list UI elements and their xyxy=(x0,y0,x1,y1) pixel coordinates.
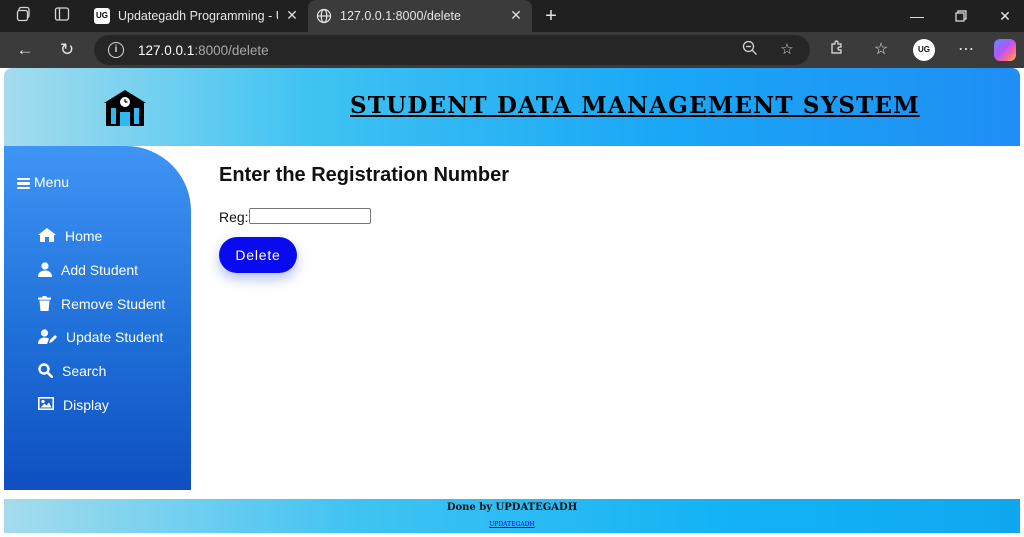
home-icon xyxy=(38,228,56,242)
school-logo-icon xyxy=(102,90,148,126)
user-edit-icon xyxy=(38,329,57,344)
more-options-icon[interactable]: ⋯ xyxy=(955,39,977,61)
trash-icon xyxy=(38,296,51,311)
zoom-icon[interactable] xyxy=(740,40,760,60)
footer-credit: Done by UPDATEGADH xyxy=(446,502,578,513)
browser-tab-bar: UG Updategadh Programming - Upd ✕ 127.0.… xyxy=(0,0,1024,32)
workspaces-icon[interactable] xyxy=(14,6,34,26)
tab-title: 127.0.0.1:8000/delete xyxy=(340,9,461,23)
address-bar[interactable]: i 127.0.0.1:8000/delete ☆ xyxy=(94,35,810,65)
url-text[interactable]: 127.0.0.1:8000/delete xyxy=(138,43,269,58)
copilot-icon[interactable] xyxy=(994,39,1016,61)
ug-favicon-icon: UG xyxy=(94,8,110,24)
footer-link[interactable]: UPDATEGADH xyxy=(4,521,1020,528)
reg-label: Reg: xyxy=(219,209,249,225)
restore-icon[interactable] xyxy=(946,5,976,27)
vertical-tabs-icon[interactable] xyxy=(52,6,72,26)
sidebar-item-label: Update Student xyxy=(66,329,164,345)
profile-avatar[interactable]: UG xyxy=(913,39,935,61)
favorite-star-icon[interactable]: ☆ xyxy=(777,40,797,60)
sidebar-item-label: Home xyxy=(65,228,103,244)
tab-title: Updategadh Programming - Upd xyxy=(118,9,278,23)
new-tab-icon[interactable]: + xyxy=(540,5,562,27)
close-tab-icon[interactable]: ✕ xyxy=(508,7,524,23)
refresh-icon[interactable]: ↻ xyxy=(56,39,78,61)
sidebar-item-label: Add Student xyxy=(61,262,139,278)
site-header: STUDENT DATA MANAGEMENT SYSTEM xyxy=(4,68,1020,146)
page-viewport: STUDENT DATA MANAGEMENT SYSTEM Menu Home… xyxy=(4,68,1020,537)
user-icon xyxy=(38,262,52,277)
registration-number-input[interactable] xyxy=(249,208,371,224)
menu-toggle[interactable]: Menu xyxy=(17,174,69,191)
globe-icon xyxy=(316,8,332,24)
close-window-icon[interactable]: ✕ xyxy=(990,5,1020,27)
site-info-icon[interactable]: i xyxy=(108,42,124,58)
hamburger-icon xyxy=(17,176,30,192)
favorites-icon[interactable]: ☆ xyxy=(870,39,892,61)
sidebar-item-label: Remove Student xyxy=(61,296,166,312)
site-footer: Done by UPDATEGADH UPDATEGADH xyxy=(4,499,1020,533)
minimize-icon[interactable]: — xyxy=(902,5,932,27)
extensions-icon[interactable] xyxy=(826,39,848,61)
back-icon[interactable]: ← xyxy=(14,39,36,61)
site-title: STUDENT DATA MANAGEMENT SYSTEM xyxy=(350,92,920,119)
close-tab-icon[interactable]: ✕ xyxy=(284,7,300,23)
search-icon xyxy=(38,363,53,378)
sidebar-item-label: Display xyxy=(63,397,109,413)
menu-label: Menu xyxy=(34,174,70,190)
tab-updategadh[interactable]: UG Updategadh Programming - Upd ✕ xyxy=(86,0,308,32)
delete-button[interactable]: Delete xyxy=(219,237,297,273)
image-icon xyxy=(38,397,54,410)
sidebar-item-label: Search xyxy=(62,363,107,379)
page-title: Enter the Registration Number xyxy=(219,164,510,186)
address-toolbar: ← ↻ i 127.0.0.1:8000/delete ☆ ☆ UG ⋯ xyxy=(0,32,1024,68)
sidebar-menu: Menu Home Add Student Remove Student Upd… xyxy=(4,146,191,490)
tab-delete-page[interactable]: 127.0.0.1:8000/delete ✕ xyxy=(308,0,532,32)
